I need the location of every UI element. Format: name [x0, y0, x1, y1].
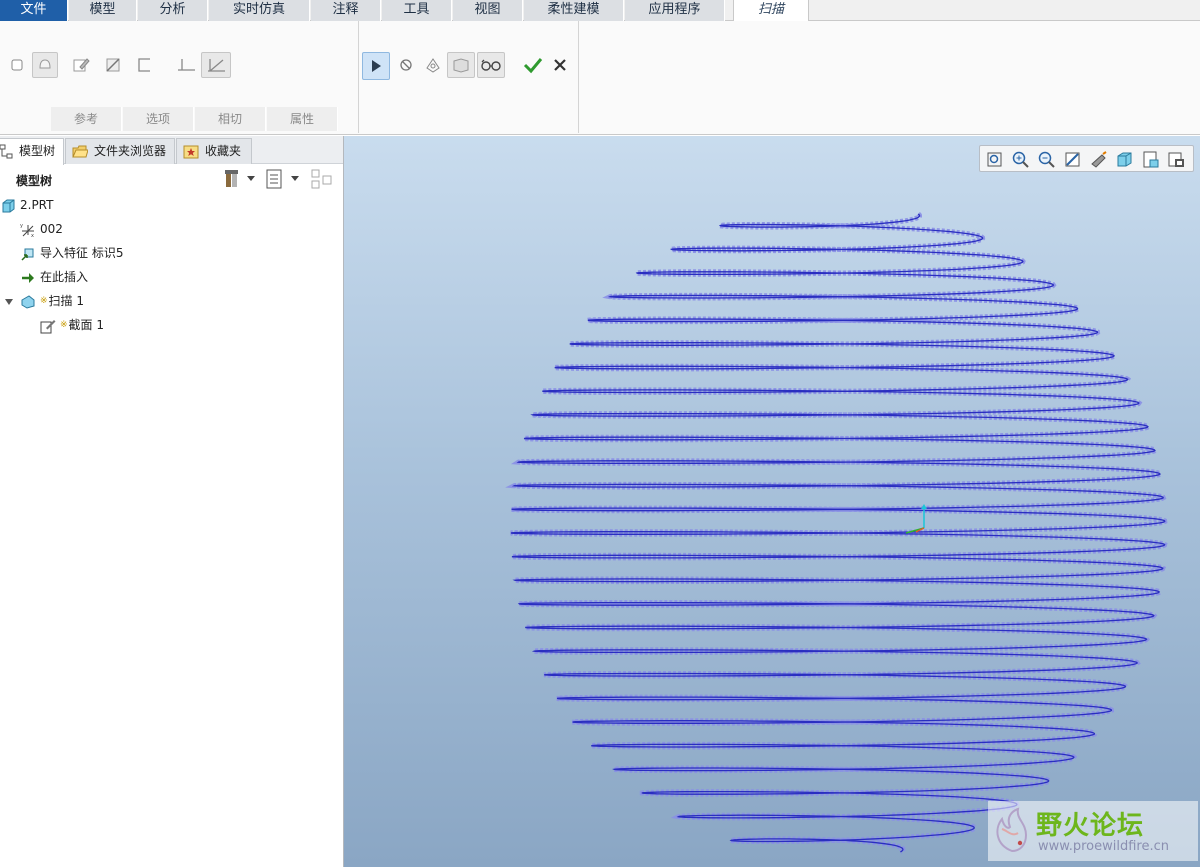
group-options[interactable]: 选项	[123, 107, 194, 131]
close-icon	[554, 59, 566, 71]
tab-sweep[interactable]: 扫描	[733, 0, 809, 22]
new-feature-marker: ※	[40, 296, 48, 306]
navigator-tabs: 模型树 文件夹浏览器 收藏夹	[0, 136, 343, 165]
tab-model-tree[interactable]: 模型树	[0, 138, 64, 165]
tab-view[interactable]: 视图	[453, 0, 523, 21]
insert-here-arrow-icon	[20, 270, 36, 286]
tree-item-import-feature[interactable]: 导入特征 标识5	[20, 242, 123, 264]
tree-item-import-feature-label: 导入特征 标识5	[40, 246, 124, 260]
ok-button[interactable]	[520, 52, 546, 78]
tree-item-section[interactable]: ※截面 1	[40, 314, 104, 336]
graphics-viewport[interactable]: 野火论坛 www.proewildfire.cn	[344, 136, 1200, 867]
tab-analysis[interactable]: 分析	[138, 0, 208, 21]
thicken-button[interactable]	[132, 52, 158, 78]
cancel-button[interactable]	[547, 52, 573, 78]
tab-annotate[interactable]: 注释	[311, 0, 381, 21]
variable-section-button[interactable]	[201, 52, 231, 78]
tree-item-csys-label: 002	[40, 222, 63, 236]
show-list-icon[interactable]	[264, 168, 284, 190]
glasses-preview-button[interactable]	[477, 52, 505, 78]
tab-folder-browser-label: 文件夹浏览器	[94, 144, 167, 158]
model-tree-header: 模型树	[0, 165, 343, 193]
tab-file[interactable]: 文件	[0, 0, 68, 21]
tab-favorites-label: 收藏夹	[205, 144, 242, 158]
preview-geometry-icon	[426, 58, 440, 73]
sweep-icon	[20, 294, 36, 310]
new-feature-marker: ※	[60, 320, 68, 330]
tab-favorites[interactable]: 收藏夹	[176, 138, 252, 164]
verify-mode-button[interactable]	[447, 52, 475, 78]
forum-watermark: 野火论坛 www.proewildfire.cn	[988, 801, 1198, 861]
svg-text:x: x	[31, 233, 34, 238]
expand-triangle-icon[interactable]	[4, 297, 14, 307]
ribbon-divider	[358, 21, 359, 133]
chevron-down-icon[interactable]	[246, 175, 256, 183]
helical-sweep-model[interactable]	[344, 136, 1200, 867]
chevron-down-icon[interactable]	[290, 175, 300, 183]
surface-icon	[39, 59, 51, 69]
resume-button[interactable]	[362, 52, 390, 80]
csys-icon: yx	[20, 222, 36, 239]
verify-icon	[453, 58, 469, 73]
model-tree-icon	[0, 144, 13, 159]
preview-geometry-button[interactable]	[420, 52, 446, 78]
tree-item-csys[interactable]: y x 002	[20, 218, 63, 240]
pause-button[interactable]	[393, 52, 419, 78]
tree-item-sweep-label: 扫描 1	[48, 294, 84, 308]
svg-text:y: y	[20, 223, 23, 229]
ribbon-divider	[578, 21, 579, 133]
sweep-dashboard: 参考 选项 相切 属性	[0, 21, 1200, 135]
ribbon-tab-bar: 文件 模型 分析 实时仿真 注释 工具 视图 柔性建模 应用程序 扫描	[0, 0, 1200, 22]
tree-item-section-label: 截面 1	[68, 318, 104, 332]
tree-item-part-label: 2.PRT	[20, 198, 54, 212]
tab-model[interactable]: 模型	[69, 0, 137, 21]
tree-item-insert-here[interactable]: 在此插入	[20, 266, 88, 288]
tree-item-insert-here-label: 在此插入	[40, 270, 89, 284]
remove-material-icon	[106, 58, 120, 72]
tab-flexible-modeling[interactable]: 柔性建模	[524, 0, 624, 21]
watermark-title: 野火论坛	[1036, 811, 1145, 841]
tab-applications[interactable]: 应用程序	[625, 0, 725, 21]
import-feature-icon	[20, 246, 36, 262]
surface-sweep-button[interactable]	[32, 52, 58, 78]
flame-logo-icon	[996, 807, 1028, 853]
group-properties[interactable]: 属性	[267, 107, 338, 131]
thicken-icon	[138, 58, 150, 72]
group-references[interactable]: 参考	[51, 107, 122, 131]
navigator-panel: 模型树 文件夹浏览器 收藏夹 模型树 2.PRT y x 002 导入特征 标识5 …	[0, 136, 344, 867]
remove-material-button[interactable]	[100, 52, 126, 78]
constant-section-button[interactable]	[173, 52, 199, 78]
tab-model-tree-label: 模型树	[19, 144, 56, 158]
filter-tree-icon[interactable]	[310, 168, 334, 190]
constant-section-icon	[178, 59, 195, 71]
solid-sweep-button[interactable]	[4, 52, 30, 78]
group-tangency[interactable]: 相切	[195, 107, 266, 131]
sketch-pencil-icon	[73, 58, 90, 72]
sketch-icon	[40, 318, 56, 334]
model-tree-title: 模型树	[16, 174, 53, 188]
edit-section-button[interactable]	[68, 52, 94, 78]
folder-icon	[72, 145, 88, 158]
tree-item-sweep[interactable]: ※扫描 1	[4, 290, 84, 312]
helix-sweep-geometry	[505, 212, 1168, 855]
watermark-url: www.proewildfire.cn	[1038, 839, 1169, 854]
tab-tools[interactable]: 工具	[382, 0, 452, 21]
no-preview-icon	[400, 59, 412, 71]
tree-item-part[interactable]: 2.PRT	[0, 194, 53, 216]
checkmark-icon	[523, 58, 543, 74]
variable-section-icon	[208, 59, 225, 72]
favorites-folder-icon	[183, 145, 199, 159]
tab-realtime-simulation[interactable]: 实时仿真	[209, 0, 310, 21]
tree-settings-tools-icon[interactable]	[222, 168, 242, 190]
solid-icon	[11, 59, 23, 71]
part-icon	[0, 198, 16, 214]
glasses-icon	[481, 59, 501, 71]
tab-folder-browser[interactable]: 文件夹浏览器	[65, 138, 175, 164]
play-icon	[372, 60, 381, 72]
